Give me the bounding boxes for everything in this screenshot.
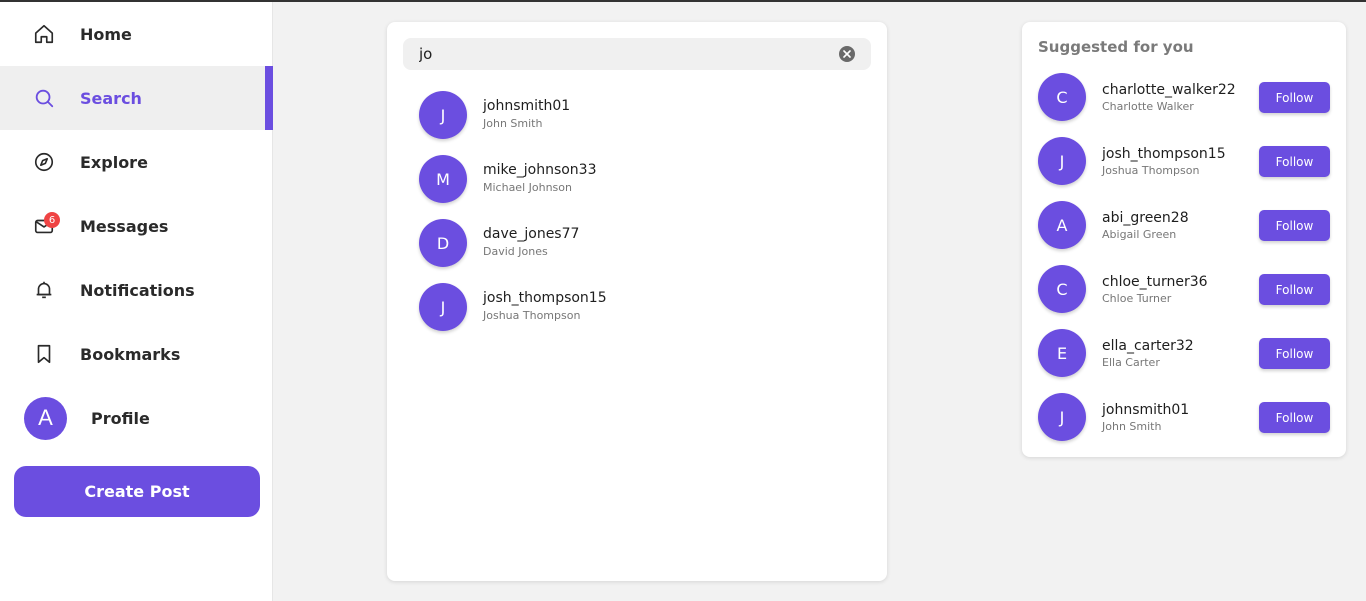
result-username: josh_thompson15 (483, 290, 607, 306)
avatar: J (419, 91, 467, 139)
suggested-user-row: C charlotte_walker22 Charlotte Walker Fo… (1038, 73, 1330, 121)
avatar[interactable]: A (1038, 201, 1086, 249)
result-full-name: Michael Johnson (483, 181, 572, 194)
suggested-full-name: Abigail Green (1102, 228, 1177, 241)
avatar[interactable]: J (1038, 137, 1086, 185)
result-full-name: John Smith (483, 117, 543, 130)
suggested-full-name: Ella Carter (1102, 356, 1160, 369)
suggested-user-row: C chloe_turner36 Chloe Turner Follow (1038, 265, 1330, 313)
nav-label-messages: Messages (80, 216, 169, 236)
home-icon (32, 22, 56, 46)
suggested-title: Suggested for you (1038, 38, 1194, 56)
suggested-username[interactable]: abi_green28 (1102, 210, 1189, 226)
nav-item-bookmarks[interactable]: Bookmarks (0, 322, 273, 386)
result-full-name: Joshua Thompson (483, 309, 581, 322)
suggested-user-row: E ella_carter32 Ella Carter Follow (1038, 329, 1330, 377)
follow-button[interactable]: Follow (1259, 146, 1330, 177)
suggested-username[interactable]: josh_thompson15 (1102, 146, 1226, 162)
search-box (403, 38, 871, 70)
suggested-full-name: John Smith (1102, 420, 1162, 433)
result-username: mike_johnson33 (483, 162, 597, 178)
suggested-full-name: Joshua Thompson (1102, 164, 1200, 177)
suggested-username[interactable]: johnsmith01 (1102, 402, 1189, 418)
nav-item-search[interactable]: Search (0, 66, 273, 130)
nav-item-profile[interactable]: A Profile (0, 386, 273, 450)
search-icon (32, 86, 56, 110)
bell-icon (32, 278, 56, 302)
search-result-item[interactable]: M mike_johnson33 Michael Johnson (419, 155, 859, 207)
messages-badge: 6 (44, 212, 60, 228)
nav-label-profile: Profile (91, 408, 150, 428)
nav-item-explore[interactable]: Explore (0, 130, 273, 194)
nav-item-home[interactable]: Home (0, 2, 273, 66)
follow-button[interactable]: Follow (1259, 402, 1330, 433)
nav-label-bookmarks: Bookmarks (80, 344, 181, 364)
avatar: M (419, 155, 467, 203)
search-result-item[interactable]: D dave_jones77 David Jones (419, 219, 859, 271)
result-full-name: David Jones (483, 245, 548, 258)
nav-item-messages[interactable]: 6 Messages (0, 194, 273, 258)
bookmark-icon (32, 342, 56, 366)
search-input[interactable] (403, 38, 833, 70)
nav-label-notifications: Notifications (80, 280, 195, 300)
avatar[interactable]: C (1038, 265, 1086, 313)
follow-button[interactable]: Follow (1259, 82, 1330, 113)
create-post-button[interactable]: Create Post (14, 466, 260, 517)
avatar[interactable]: E (1038, 329, 1086, 377)
suggested-username[interactable]: chloe_turner36 (1102, 274, 1208, 290)
avatar: D (419, 219, 467, 267)
search-result-item[interactable]: J josh_thompson15 Joshua Thompson (419, 283, 859, 335)
suggested-user-row: A abi_green28 Abigail Green Follow (1038, 201, 1330, 249)
compass-icon (32, 150, 56, 174)
avatar[interactable]: J (1038, 393, 1086, 441)
suggested-user-row: J johnsmith01 John Smith Follow (1038, 393, 1330, 441)
avatar[interactable]: C (1038, 73, 1086, 121)
suggested-username[interactable]: ella_carter32 (1102, 338, 1194, 354)
result-username: dave_jones77 (483, 226, 580, 242)
avatar: J (419, 283, 467, 331)
suggested-user-row: J josh_thompson15 Joshua Thompson Follow (1038, 137, 1330, 185)
nav-label-search: Search (80, 88, 142, 108)
follow-button[interactable]: Follow (1259, 274, 1330, 305)
nav-label-explore: Explore (80, 152, 148, 172)
suggested-panel: Suggested for you C charlotte_walker22 C… (1022, 22, 1346, 457)
search-panel: J johnsmith01 John Smith M mike_johnson3… (387, 22, 887, 581)
suggested-full-name: Charlotte Walker (1102, 100, 1194, 113)
search-result-item[interactable]: J johnsmith01 John Smith (419, 91, 859, 143)
suggested-username[interactable]: charlotte_walker22 (1102, 82, 1236, 98)
sidebar: Home Search Explore 6 Messages Notificat… (0, 2, 273, 601)
suggested-full-name: Chloe Turner (1102, 292, 1172, 305)
profile-avatar: A (24, 396, 67, 440)
nav-label-home: Home (80, 24, 132, 44)
result-username: johnsmith01 (483, 98, 571, 114)
clear-search-icon[interactable] (839, 46, 855, 62)
follow-button[interactable]: Follow (1259, 210, 1330, 241)
follow-button[interactable]: Follow (1259, 338, 1330, 369)
nav-item-notifications[interactable]: Notifications (0, 258, 273, 322)
